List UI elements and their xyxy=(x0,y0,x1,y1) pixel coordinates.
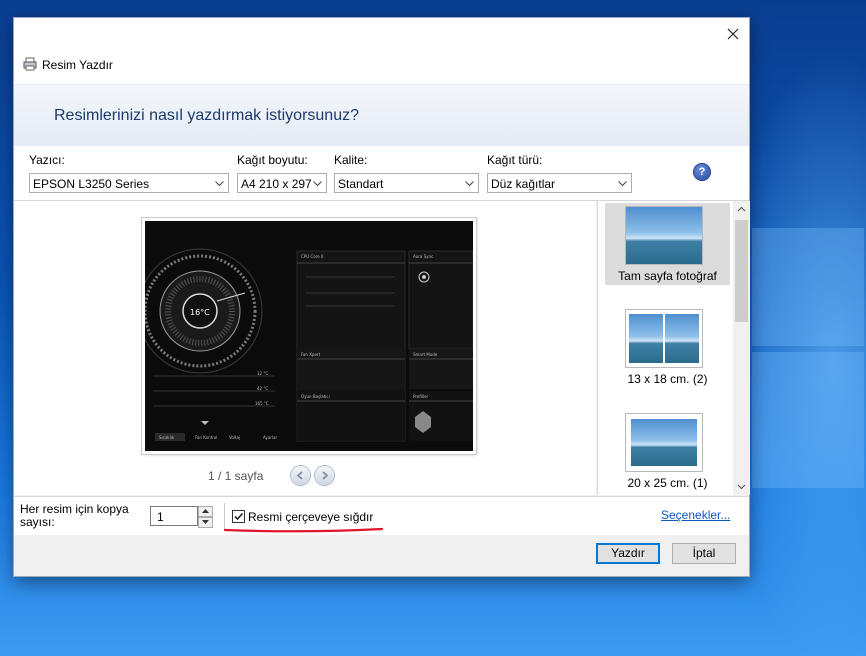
copies-stepper[interactable] xyxy=(198,506,213,528)
header-question: Resimlerinizi nasıl yazdırmak istiyorsun… xyxy=(54,107,359,124)
paper-size-label: Kağıt boyutu: xyxy=(237,153,308,167)
thumbnail-photo-2 xyxy=(665,314,699,363)
printer-dropdown[interactable]: EPSON L3250 Series xyxy=(29,173,229,193)
arrow-left-icon xyxy=(296,471,303,480)
caret-down-icon xyxy=(202,520,209,524)
close-button[interactable] xyxy=(717,18,749,50)
preview-tab-4: Ayarlar xyxy=(263,435,278,440)
layout-item-20x25[interactable]: 20 x 25 cm. (1) xyxy=(605,412,730,494)
chevron-down-icon xyxy=(465,181,474,187)
preview-screenshot: 16°C CPU Core 0 Aura Sync Fan Xpert Smar… xyxy=(145,221,473,451)
paper-size-value: A4 210 x 297 xyxy=(241,177,312,191)
fit-picture-label[interactable]: Resmi çerçeveye sığdır xyxy=(248,510,373,524)
paper-type-dropdown[interactable]: Düz kağıtlar xyxy=(487,173,632,193)
chevron-down-icon xyxy=(313,181,322,187)
scroll-down-icon[interactable] xyxy=(733,478,750,495)
fan-panel-label: Fan Xpert xyxy=(301,352,321,357)
quality-value: Standart xyxy=(338,177,384,191)
profile-panel-label: Profiller xyxy=(413,394,429,399)
increment-button[interactable] xyxy=(198,506,213,517)
layout-thumbnail xyxy=(626,310,702,367)
options-bar: Her resim için kopya sayısı: 1 Resmi çer… xyxy=(14,496,749,535)
printer-icon xyxy=(23,57,37,71)
layout-label: 13 x 18 cm. (2) xyxy=(627,372,708,386)
printer-value: EPSON L3250 Series xyxy=(33,177,150,191)
preview-image: 16°C CPU Core 0 Aura Sync Fan Xpert Smar… xyxy=(142,218,476,454)
layout-thumbnail xyxy=(626,414,702,471)
quality-label: Kalite: xyxy=(334,153,368,167)
paper-size-dropdown[interactable]: A4 210 x 297 xyxy=(237,173,327,193)
temp-readout: 16°C xyxy=(190,308,210,317)
scroll-up-icon[interactable] xyxy=(733,201,750,218)
cancel-button[interactable]: İptal xyxy=(672,543,736,564)
layout-label: 20 x 25 cm. (1) xyxy=(627,476,708,490)
print-button[interactable]: Yazdır xyxy=(596,543,660,564)
copies-input[interactable]: 1 xyxy=(150,506,198,526)
printer-label: Yazıcı: xyxy=(29,153,65,167)
checkmark-icon xyxy=(234,512,244,521)
aura-panel-label: Aura Sync xyxy=(413,254,434,259)
print-pictures-dialog: Resim Yazdır Resimlerinizi nasıl yazdırm… xyxy=(14,18,750,576)
dialog-footer: Yazdır İptal xyxy=(14,535,749,576)
page-counter: 1 / 1 sayfa xyxy=(208,469,264,483)
preview-area: 16°C CPU Core 0 Aura Sync Fan Xpert Smar… xyxy=(14,201,596,495)
paper-type-label: Kağıt türü: xyxy=(487,153,543,167)
layout-label: Tam sayfa fotoğraf xyxy=(618,269,717,283)
layout-thumbnail xyxy=(626,207,702,264)
preview-tab-3: Voltaj xyxy=(229,435,241,440)
game-panel-label: Oyun Başlatıcı xyxy=(301,394,330,399)
close-icon xyxy=(727,28,739,40)
preview-tab-2: Fan Kontrol xyxy=(195,435,218,440)
reading-2: 42 °C xyxy=(257,386,269,391)
thumbnail-photo-1 xyxy=(629,314,663,363)
thumbnail-photo xyxy=(631,419,697,466)
reading-3: 165 °C xyxy=(255,401,269,406)
chevron-down-icon xyxy=(215,181,224,187)
arrow-right-icon xyxy=(322,471,329,480)
layout-item-full-page[interactable]: Tam sayfa fotoğraf xyxy=(605,203,730,285)
previous-page-button[interactable] xyxy=(291,466,310,485)
chevron-down-icon xyxy=(618,181,627,187)
layout-item-13x18[interactable]: 13 x 18 cm. (2) xyxy=(605,308,730,390)
help-icon[interactable]: ? xyxy=(694,164,710,180)
window-title: Resim Yazdır xyxy=(42,58,113,72)
windows-logo-wallpaper xyxy=(752,228,866,488)
dialog-header: Resimlerinizi nasıl yazdırmak istiyorsun… xyxy=(14,84,749,147)
next-page-button[interactable] xyxy=(315,466,334,485)
copies-value: 1 xyxy=(157,510,164,524)
quality-dropdown[interactable]: Standart xyxy=(334,173,479,193)
layout-scrollbar[interactable] xyxy=(733,201,750,495)
annotation-underline xyxy=(224,527,384,533)
layout-list: Tam sayfa fotoğraf 13 x 18 cm. (2) 20 x … xyxy=(597,201,750,495)
print-settings-bar: Yazıcı: EPSON L3250 Series Kağıt boyutu:… xyxy=(14,146,749,201)
smart-mode-label: Smart Mode xyxy=(413,352,438,357)
scroll-thumb[interactable] xyxy=(735,220,748,322)
decrement-button[interactable] xyxy=(198,517,213,528)
caret-up-icon xyxy=(202,509,209,513)
paper-type-value: Düz kağıtlar xyxy=(491,177,556,191)
reading-1: 12 °C xyxy=(257,371,269,376)
copies-label: Her resim için kopya sayısı: xyxy=(20,502,129,529)
cpu-panel-label: CPU Core 0 xyxy=(301,254,324,259)
fit-picture-checkbox[interactable] xyxy=(232,510,245,523)
preview-tab-1: Sıcaklık xyxy=(159,435,175,440)
options-link[interactable]: Seçenekler... xyxy=(661,508,730,522)
title-bar: Resim Yazdır xyxy=(14,18,749,84)
